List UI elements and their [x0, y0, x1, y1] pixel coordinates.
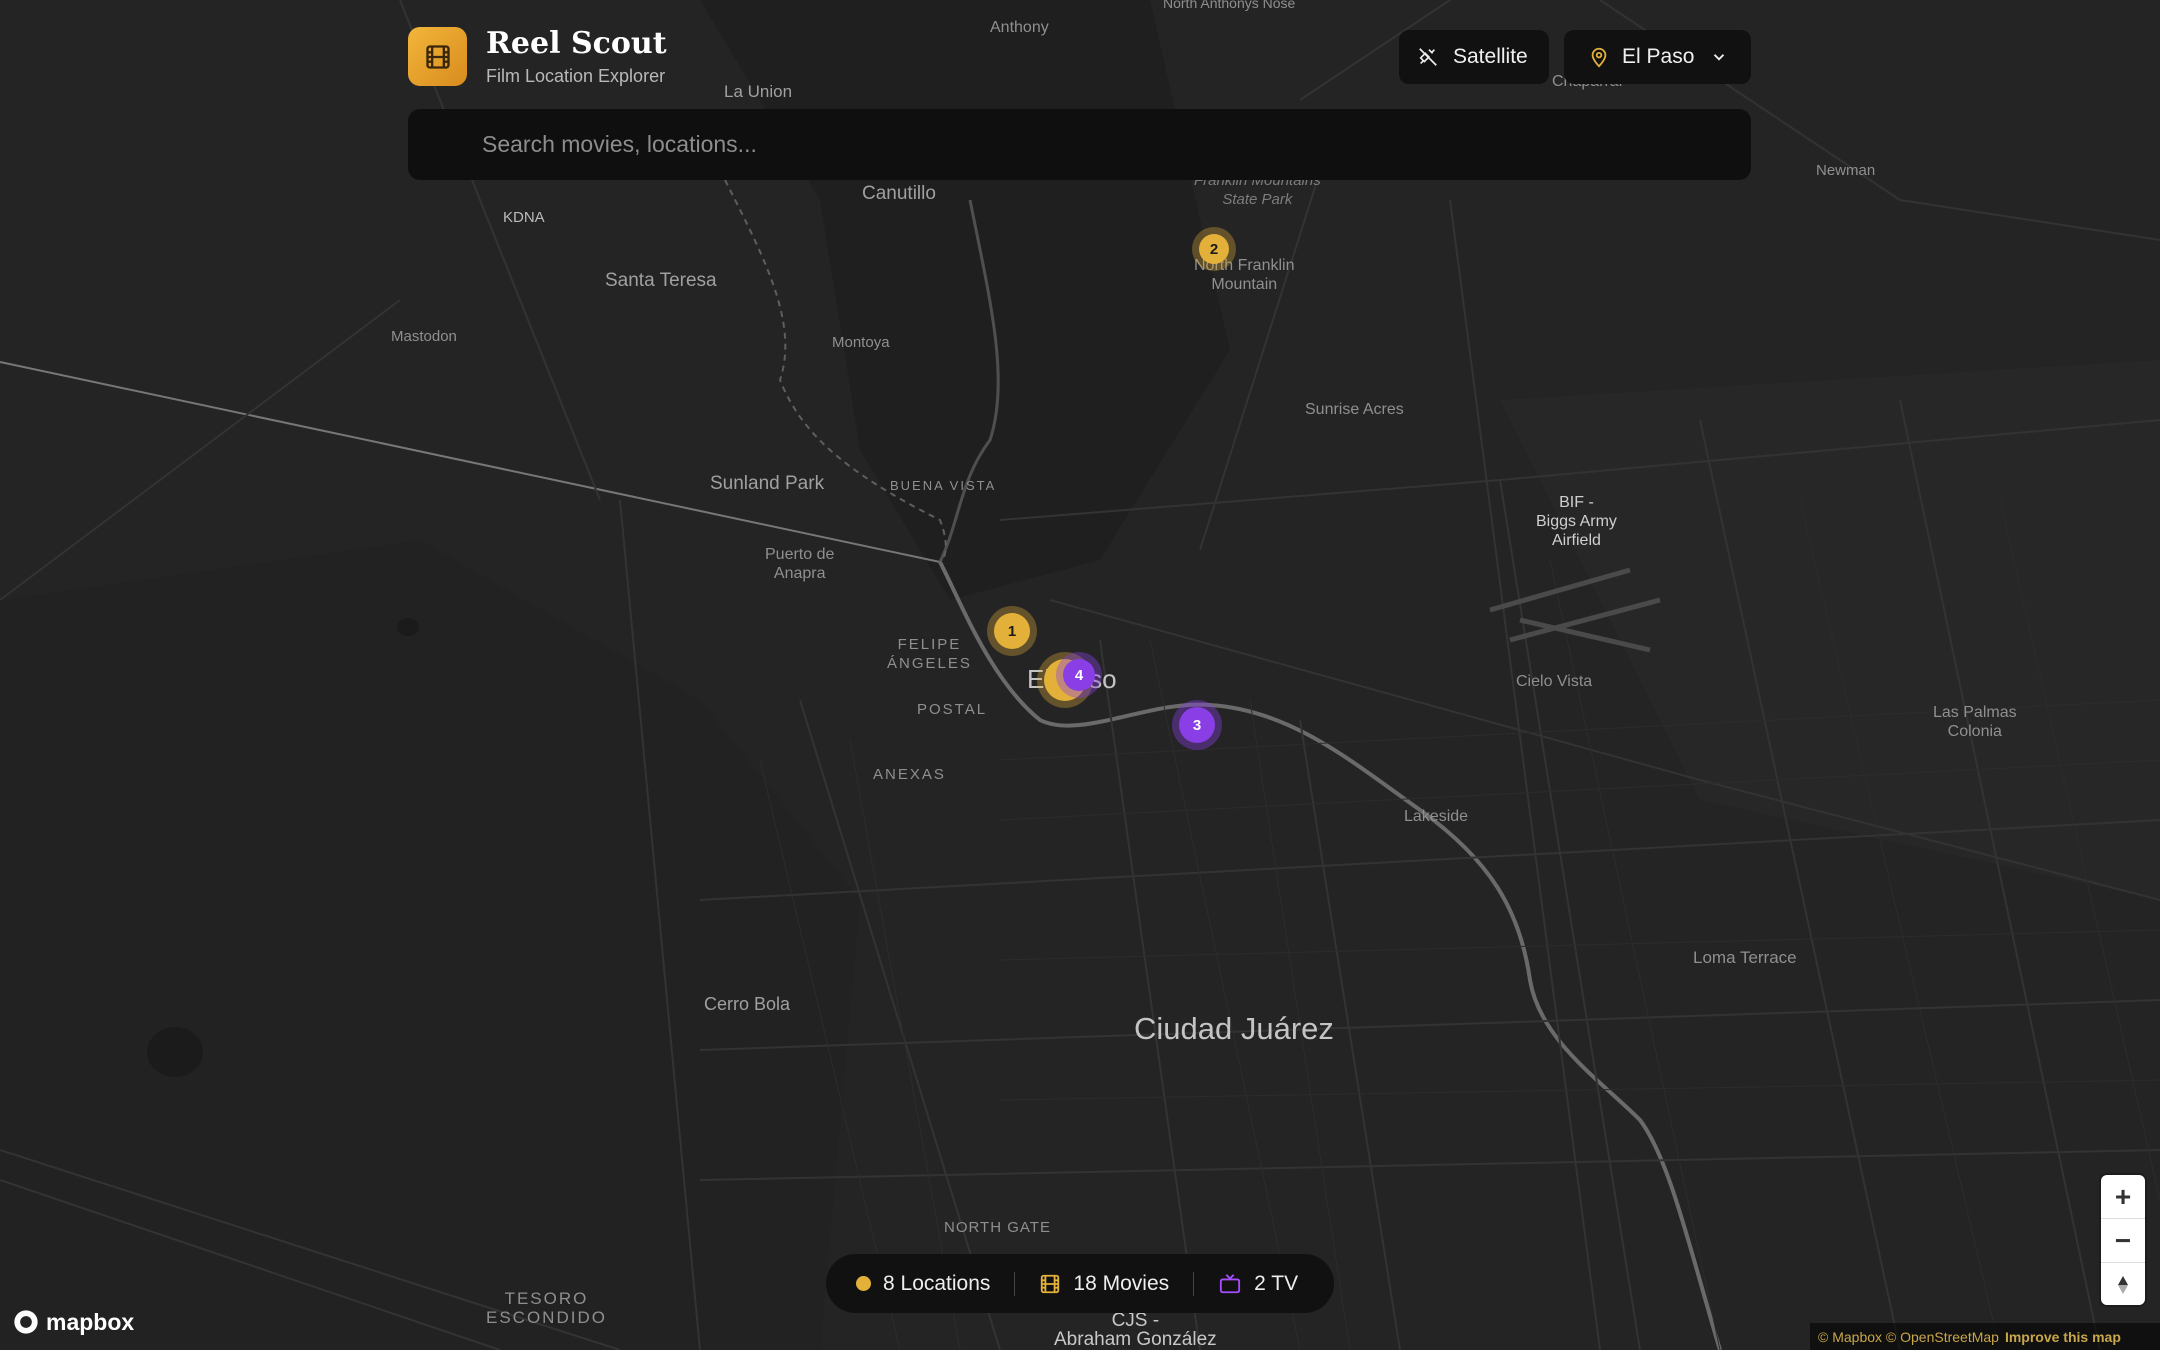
attribution-text[interactable]: © Mapbox © OpenStreetMap	[1818, 1329, 1999, 1345]
mapbox-logo-text: mapbox	[46, 1308, 135, 1335]
map-zoom-controls: + −	[2101, 1175, 2145, 1305]
stat-locations-label: 8 Locations	[883, 1271, 991, 1295]
city-selector-dropdown[interactable]: El Paso	[1564, 30, 1751, 84]
tv-icon	[1220, 1273, 1241, 1293]
map-label-sunrise-acres: Sunrise Acres	[1305, 401, 1404, 418]
satellite-toggle-button[interactable]: Satellite	[1399, 30, 1549, 84]
map-label-cielo-vista: Cielo Vista	[1516, 673, 1593, 690]
map-pin-icon	[1591, 47, 1607, 68]
map-marker-movie[interactable]: 2	[1199, 234, 1229, 264]
divider	[1014, 1271, 1016, 1296]
map-label-santa-teresa: Santa Teresa	[605, 270, 717, 291]
map-label-lakeside: Lakeside	[1404, 808, 1469, 825]
app-logo	[408, 27, 467, 86]
zoom-out-button[interactable]: −	[2101, 1219, 2145, 1263]
marker-label: 2	[1209, 240, 1219, 258]
zoom-in-button[interactable]: +	[2101, 1175, 2145, 1219]
search-bar[interactable]	[408, 109, 1751, 180]
map-label-mastodon: Mastodon	[391, 328, 457, 345]
map-label-north-gate: NORTH GATE	[944, 1219, 1051, 1236]
mapbox-logo[interactable]: mapbox	[12, 1308, 134, 1336]
map-label-canutillo: Canutillo	[862, 183, 936, 204]
map-label-buena-vista: BUENA VISTA	[890, 478, 997, 493]
chevron-down-icon	[1714, 54, 1725, 61]
film-icon	[1041, 1274, 1060, 1293]
map-label-cjs-airport: CJS - Abraham González	[1054, 1310, 1217, 1350]
map-marker-tv[interactable]: 4	[1063, 659, 1095, 691]
map-label-montoya: Montoya	[832, 334, 890, 351]
stat-tv-label: 2 TV	[1254, 1271, 1299, 1295]
improve-map-link[interactable]: Improve this map	[2005, 1329, 2121, 1345]
map-label-felipe-angeles: FELIPE ÁNGELES	[887, 636, 972, 672]
map-label-puerto-anapra: Puerto de Anapra	[765, 546, 835, 582]
map-marker-tv[interactable]: 3	[1179, 707, 1215, 743]
marker-label: 3	[1192, 716, 1202, 734]
compass-button[interactable]	[2101, 1263, 2145, 1305]
map-label-kdna: KDNA	[503, 209, 545, 226]
map-label-las-palmas: Las Palmas Colonia	[1933, 704, 2017, 740]
map-label-north-anthonys-nose: North Anthonys Nose	[1163, 0, 1296, 11]
stat-tv: 2 TV	[1218, 1272, 1298, 1296]
marker-label: 1	[1007, 622, 1017, 640]
map-label-tesoro-escondido: TESORO ESCONDIDO	[486, 1289, 607, 1327]
compass-icon	[2118, 1275, 2128, 1294]
map-label-postal: POSTAL	[917, 701, 988, 718]
map-label-cerro-bola: Cerro Bola	[704, 994, 791, 1014]
film-icon	[425, 44, 450, 69]
city-label: El Paso	[1622, 45, 1695, 68]
stats-bar: 8 Locations 18 Movies 2 TV	[826, 1254, 1334, 1313]
app-subtitle: Film Location Explorer	[486, 66, 666, 86]
stat-movies-label: 18 Movies	[1073, 1271, 1170, 1295]
search-input[interactable]	[480, 130, 1684, 159]
divider	[1193, 1271, 1195, 1296]
map-label-loma-terrace: Loma Terrace	[1693, 948, 1797, 967]
marker-label: 4	[1074, 666, 1084, 684]
map-label-anexas: ANEXAS	[873, 766, 946, 783]
stat-locations: 8 Locations	[856, 1272, 990, 1296]
app-title: Reel Scout	[486, 26, 667, 61]
map-label-la-union: La Union	[724, 82, 793, 101]
map-label-sunland-park: Sunland Park	[710, 473, 825, 494]
location-dot-icon	[856, 1276, 871, 1291]
map-attribution: © Mapbox © OpenStreetMap Improve this ma…	[1810, 1323, 2160, 1350]
satellite-off-icon	[1419, 48, 1437, 66]
map-label-ciudad-juarez: Ciudad Juárez	[1134, 1011, 1334, 1046]
mapbox-icon	[14, 1310, 38, 1334]
stat-movies: 18 Movies	[1039, 1272, 1169, 1296]
satellite-label: Satellite	[1453, 45, 1528, 68]
map-marker-movie[interactable]: 1	[994, 613, 1030, 649]
map-canvas[interactable]: Anthony North Anthonys Nose Chaparral La…	[0, 0, 2160, 1350]
map-label-anthony: Anthony	[990, 19, 1049, 36]
map-label-bif: BIF - Biggs Army Airfield	[1536, 494, 1617, 549]
map-label-newman: Newman	[1816, 162, 1876, 179]
